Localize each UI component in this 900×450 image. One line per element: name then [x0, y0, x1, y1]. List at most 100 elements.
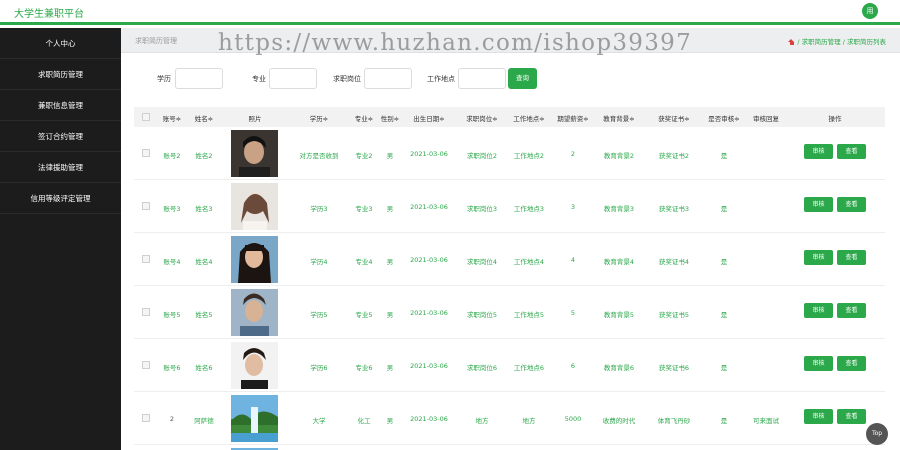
- cell-major: 专业6: [355, 364, 373, 372]
- search-input-major[interactable]: [269, 68, 317, 89]
- sidebar-item-legal-aid-management[interactable]: 法律援助管理: [0, 152, 121, 183]
- home-icon[interactable]: [788, 39, 795, 45]
- cell-birth-date: 2021-03-06: [410, 362, 448, 370]
- col-reviewed[interactable]: 是否审核≑: [708, 113, 739, 123]
- cell-reviewed: 是: [720, 205, 728, 213]
- cell-education: 学历6: [310, 364, 328, 372]
- sidebar-item-personal-center[interactable]: 个人中心: [0, 28, 121, 59]
- search-label-education: 学历: [157, 75, 171, 83]
- cell-birth-date: 2021-03-06: [410, 309, 448, 317]
- cell-salary: 5000: [564, 415, 582, 423]
- resume-photo: [231, 395, 278, 442]
- col-job[interactable]: 求职岗位≑: [466, 113, 497, 123]
- table-row: 账号4 姓名4 学历4 专业4 男 2021-03-06 求职岗位4 工作地点4…: [134, 233, 885, 286]
- cell-account: 账号4: [163, 258, 181, 266]
- cell-cert: 获奖证书3: [658, 205, 690, 213]
- col-major[interactable]: 专业≑: [355, 113, 373, 123]
- row-checkbox[interactable]: [142, 308, 150, 316]
- cell-major: 专业4: [355, 258, 373, 266]
- col-name[interactable]: 姓名≑: [195, 113, 213, 123]
- col-account[interactable]: 账号≑: [163, 113, 181, 123]
- cell-cert: 获奖证书2: [658, 152, 690, 160]
- view-button[interactable]: 查看: [837, 144, 866, 159]
- cell-major: 专业2: [355, 152, 373, 160]
- cell-account: 账号5: [163, 311, 181, 319]
- cell-account: 账号3: [163, 205, 181, 213]
- col-place[interactable]: 工作地点≑: [513, 113, 544, 123]
- view-button[interactable]: 查看: [837, 356, 866, 371]
- col-gender[interactable]: 性别≑: [381, 113, 399, 123]
- search-label-major: 专业: [252, 75, 266, 83]
- col-reply: 审核回复: [753, 115, 779, 123]
- review-button[interactable]: 审核: [804, 303, 833, 318]
- cell-place: 工作地点4: [513, 258, 545, 266]
- view-button[interactable]: 查看: [837, 303, 866, 318]
- resume-photo: [231, 130, 278, 177]
- cell-job: 求职岗位6: [466, 364, 498, 372]
- row-checkbox[interactable]: [142, 149, 150, 157]
- cell-reviewed: 是: [720, 152, 728, 160]
- sidebar-item-credit-rating-management[interactable]: 信用等级评定管理: [0, 183, 121, 214]
- sidebar-item-resume-management[interactable]: 求职简历管理: [0, 59, 121, 90]
- col-salary[interactable]: 期望薪资≑: [557, 113, 588, 123]
- search-input-education[interactable]: [175, 68, 223, 89]
- col-cert[interactable]: 获奖证书≑: [658, 113, 689, 123]
- review-button[interactable]: 审核: [804, 250, 833, 265]
- view-button[interactable]: 查看: [837, 250, 866, 265]
- col-actions: 操作: [828, 115, 842, 123]
- cell-place: 工作地点3: [513, 205, 545, 213]
- user-avatar-icon[interactable]: 用: [862, 3, 878, 19]
- cell-job: 求职岗位5: [466, 311, 498, 319]
- resume-photo: [231, 183, 278, 230]
- review-button[interactable]: 审核: [804, 144, 833, 159]
- search-button[interactable]: 查询: [508, 68, 537, 89]
- resume-photo: [231, 236, 278, 283]
- cell-reviewed: 是: [720, 364, 728, 372]
- breadcrumb-path[interactable]: / 求职简历管理 / 求职简历列表: [797, 38, 886, 46]
- row-checkbox[interactable]: [142, 361, 150, 369]
- resume-table: 账号≑ 姓名≑ 照片 学历≑ 专业≑ 性别≑ 出生日期≑ 求职岗位≑ 工作地点≑…: [134, 107, 885, 450]
- sidebar-item-contract-management[interactable]: 签订合约管理: [0, 121, 121, 152]
- cell-job: 地方: [475, 417, 489, 425]
- review-button[interactable]: 审核: [804, 409, 833, 424]
- search-input-place[interactable]: [458, 68, 506, 89]
- cell-major: 专业3: [355, 205, 373, 213]
- breadcrumb: / 求职简历管理 / 求职简历列表: [788, 36, 886, 46]
- cell-salary: 3: [570, 203, 576, 211]
- col-education[interactable]: 学历≑: [310, 113, 328, 123]
- cell-salary: 6: [570, 362, 576, 370]
- resume-photo: [231, 289, 278, 336]
- cell-cert: 获奖证书6: [658, 364, 690, 372]
- cell-education: 大学: [312, 417, 326, 425]
- cell-account: 账号2: [163, 152, 181, 160]
- select-all-checkbox[interactable]: [142, 113, 150, 121]
- cell-job: 求职岗位3: [466, 205, 498, 213]
- row-checkbox[interactable]: [142, 202, 150, 210]
- row-checkbox[interactable]: [142, 255, 150, 263]
- cell-reviewed: 是: [720, 258, 728, 266]
- row-checkbox[interactable]: [142, 414, 150, 422]
- cell-gender: 男: [386, 152, 394, 160]
- sidebar-item-job-info-management[interactable]: 兼职信息管理: [0, 90, 121, 121]
- cell-place: 工作地点2: [513, 152, 545, 160]
- cell-gender: 男: [386, 417, 394, 425]
- cell-cert: 获奖证书5: [658, 311, 690, 319]
- cell-gender: 男: [386, 205, 394, 213]
- cell-reviewed: 是: [720, 311, 728, 319]
- col-background[interactable]: 教育背景≑: [603, 113, 634, 123]
- cell-name: 姓名6: [195, 364, 213, 372]
- col-birth-date[interactable]: 出生日期≑: [413, 113, 444, 123]
- back-to-top-button[interactable]: Top: [866, 423, 888, 445]
- view-button[interactable]: 查看: [837, 197, 866, 212]
- table-row: 2 阿萨德 大学 化工 男 2021-03-06 地方 地方 5000 收费的时…: [134, 392, 885, 445]
- review-button[interactable]: 审核: [804, 356, 833, 371]
- cell-major: 专业5: [355, 311, 373, 319]
- search-input-job[interactable]: [364, 68, 412, 89]
- cell-name: 阿萨德: [194, 417, 214, 425]
- table-row: 账号2 姓名2 对方是否收到 专业2 男 2021-03-06 求职岗位2 工作…: [134, 127, 885, 180]
- view-button[interactable]: 查看: [837, 409, 866, 424]
- review-button[interactable]: 审核: [804, 197, 833, 212]
- cell-salary: 5: [570, 309, 576, 317]
- cell-job: 求职岗位2: [466, 152, 498, 160]
- cell-background: 教育背景6: [603, 364, 635, 372]
